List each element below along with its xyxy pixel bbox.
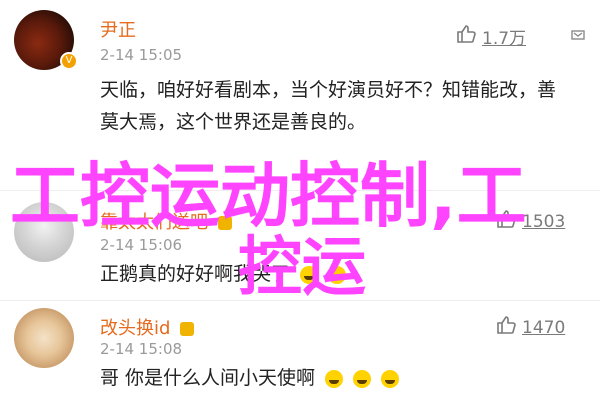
comment-text-content: 哥 你是什么人间小天使啊 [100,367,316,389]
crying-emoji-icon [381,369,400,388]
username-label[interactable]: 改头换id [100,318,170,339]
comment-item: V 尹正 2-14 15:05 1.7万 天临，咱好好看剧本，当个好演员好不？知… [0,0,600,150]
username[interactable]: 尹正 [100,16,136,42]
timestamp: 2-14 15:08 [100,340,183,358]
username[interactable]: 靠太太们送吧 [100,208,232,234]
crying-emoji-icon [328,265,347,284]
comment-text: 正鹅真的好好啊我哭了 [100,258,560,290]
vip-icon [180,322,195,336]
comment-text-content: 正鹅真的好好啊我哭了 [100,263,291,285]
crying-emoji-icon [353,369,372,388]
comment-text: 哥 你是什么人间小天使啊 [100,362,560,394]
timestamp: 2-14 15:05 [100,46,183,64]
thumbs-up-icon [496,210,516,233]
thumbs-up-icon [496,316,516,339]
like-button[interactable]: 1.7万 [456,24,526,49]
username-label[interactable]: 靠太太们送吧 [100,212,208,233]
comment-item: 改头换id 2-14 15:08 1470 哥 你是什么人间小天使啊 [0,300,600,400]
comment-item: 靠太太们送吧 2-14 15:06 1503 正鹅真的好好啊我哭了 [0,190,600,300]
username-label[interactable]: 尹正 [100,20,136,41]
like-count: 1470 [522,317,566,338]
timestamp: 2-14 15:06 [100,236,183,254]
like-count: 1.7万 [482,29,527,49]
verified-badge-icon: V [60,52,78,70]
username[interactable]: 改头换id [100,314,195,340]
like-button[interactable]: 1470 [496,316,565,339]
vip-icon [217,216,232,230]
crying-emoji-icon [300,265,319,284]
crying-emoji-icon [325,369,344,388]
more-menu-icon[interactable] [568,28,588,42]
like-count: 1503 [522,211,566,232]
avatar[interactable] [14,308,74,368]
comment-text: 天临，咱好好看剧本，当个好演员好不？知错能改，善莫大焉，这个世界还是善良的。 [100,79,557,133]
like-button[interactable]: 1503 [496,210,565,233]
thumbs-up-icon [456,25,476,48]
avatar[interactable] [14,202,74,262]
